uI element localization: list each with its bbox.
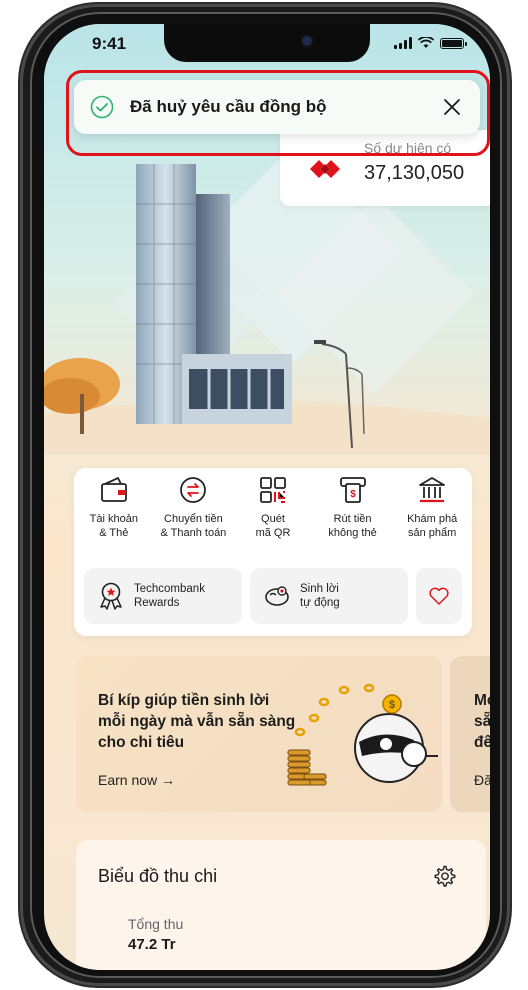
cellular-signal-icon (394, 37, 412, 49)
promo2-link[interactable]: Đăn (474, 772, 490, 788)
app-screen: 9:41 Số dư hiện có 37,130,050 Đã huỷ yêu… (44, 24, 490, 970)
quick-actions-panel: Tài khoản & Thẻ Chuyển tiền & Thanh toán… (74, 468, 472, 636)
action-label: Khám phá sản phẩm (407, 513, 458, 539)
status-icons (394, 37, 467, 49)
auto-earn-chip[interactable]: Sinh lời tự động (250, 568, 408, 624)
action-label: Quét mã QR (255, 513, 291, 539)
chip-label: Techcombank Rewards (134, 583, 205, 609)
action-label: Rút tiền không thẻ (328, 513, 377, 539)
notch (164, 24, 370, 62)
battery-icon (440, 38, 467, 49)
action-cardless-withdraw[interactable]: $ Rút tiền không thẻ (314, 474, 392, 540)
action-scan-qr[interactable]: Quét mã QR (234, 474, 312, 540)
atm-icon: $ (339, 477, 366, 503)
rewards-chip[interactable]: Techcombank Rewards (84, 568, 242, 624)
toast-highlight-outline (66, 70, 490, 156)
wifi-icon (418, 37, 434, 48)
transfer-icon (180, 477, 207, 503)
promo-text: Bí kíp giúp tiền sinh lời mỗi ngày mà vẫ… (98, 692, 296, 751)
action-label: Chuyển tiền & Thanh toán (160, 513, 227, 539)
total-income-value: 47.2 Tr (128, 936, 176, 953)
front-camera (302, 36, 312, 46)
bank-icon (419, 477, 446, 503)
action-label: Tài khoản & Thẻ (89, 513, 138, 539)
promo-card-earn[interactable]: Bí kíp giúp tiền sinh lời mỗi ngày mà vẫ… (76, 656, 442, 812)
promo2-text: Mở t sẵn đến (474, 692, 490, 751)
chip-label: Sinh lời tự động (300, 583, 340, 609)
rewards-icon (100, 582, 122, 610)
wallet-icon (100, 476, 127, 502)
status-time: 9:41 (92, 34, 127, 53)
heart-icon (429, 587, 449, 605)
total-income-label: Tổng thu (128, 916, 184, 932)
action-explore-products[interactable]: Khám phá sản phẩm (393, 474, 471, 540)
action-transfer-pay[interactable]: Chuyển tiền & Thanh toán (154, 474, 232, 540)
svg-text:$: $ (389, 699, 395, 711)
svg-text:$: $ (350, 489, 356, 500)
promo-link[interactable]: Earn now → (98, 772, 175, 788)
promo-card-next[interactable]: Mở t sẵn đến Đăn (450, 656, 490, 812)
gear-icon[interactable] (432, 864, 456, 888)
income-expense-card: Biểu đồ thu chi Tổng thu 47.2 Tr (76, 840, 486, 970)
quick-actions-row: Tài khoản & Thẻ Chuyển tiền & Thanh toán… (74, 474, 472, 540)
coins-piggy-illustration: $ (287, 683, 438, 786)
action-accounts-cards[interactable]: Tài khoản & Thẻ (75, 474, 153, 540)
balance-value: 37,130,050 (364, 162, 465, 184)
favorites-chip[interactable] (416, 568, 462, 624)
shortcut-chips: Techcombank Rewards Sinh lời tự động (84, 568, 462, 624)
qr-icon (260, 477, 286, 503)
chart-title: Biểu đồ thu chi (98, 866, 218, 886)
techcombank-logo-icon (310, 160, 340, 178)
piggy-icon (265, 586, 289, 606)
